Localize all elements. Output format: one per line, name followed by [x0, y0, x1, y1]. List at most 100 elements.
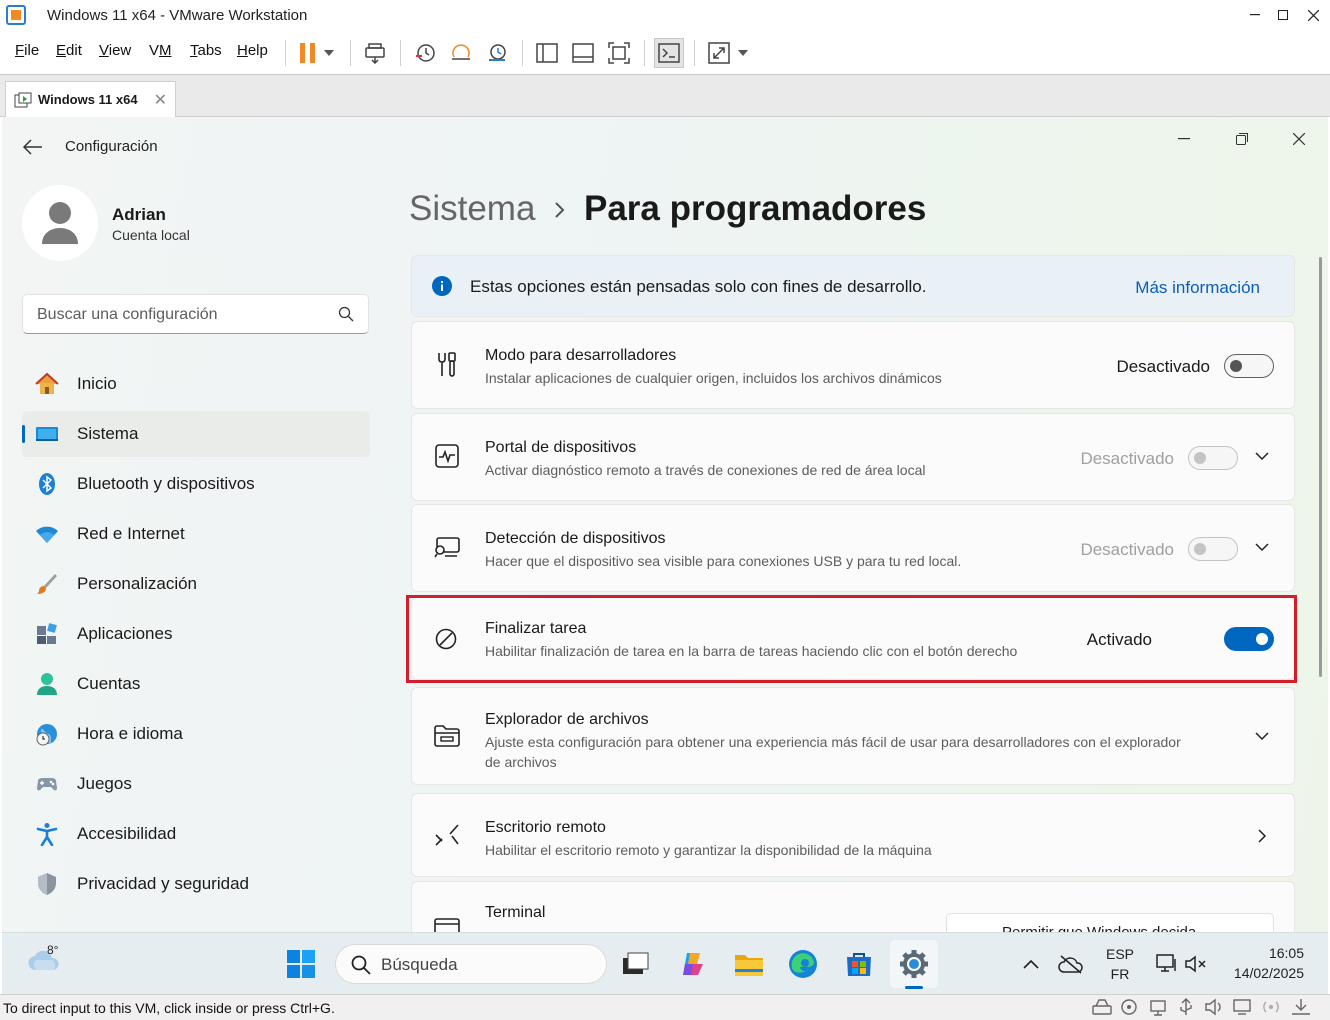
user-account-type: Cuenta local — [112, 227, 190, 243]
edge-icon[interactable] — [786, 947, 820, 981]
thumbnail-view-icon[interactable] — [568, 38, 598, 68]
task-view-icon[interactable] — [619, 947, 653, 981]
vmware-logo-icon — [6, 5, 26, 25]
nav-item-juegos[interactable]: Juegos — [22, 761, 370, 807]
more-info-link[interactable]: Más información — [1135, 278, 1260, 298]
settings-minimize-button[interactable] — [1166, 125, 1202, 153]
nav-item-sistema[interactable]: Sistema — [22, 411, 370, 457]
scrollbar[interactable] — [1319, 257, 1322, 677]
fullscreen-icon[interactable] — [604, 38, 634, 68]
nav-item-bluetooth[interactable]: Bluetooth y dispositivos — [22, 461, 370, 507]
nav-item-privacidad[interactable]: Privacidad y seguridad — [22, 861, 370, 907]
developer-mode-toggle[interactable] — [1224, 354, 1274, 378]
menu-help[interactable]: Help — [237, 42, 268, 59]
pause-dropdown-icon[interactable] — [318, 38, 340, 68]
settings-restore-button[interactable] — [1224, 125, 1260, 153]
copilot-icon[interactable] — [676, 947, 710, 981]
network-adapter-icon[interactable] — [1148, 998, 1168, 1016]
search-icon — [338, 306, 354, 322]
nav-item-personalizacion[interactable]: Personalización — [22, 561, 370, 607]
settings-close-button[interactable] — [1281, 125, 1317, 153]
download-icon[interactable] — [1290, 998, 1312, 1016]
console-view-icon[interactable] — [654, 38, 684, 68]
info-bar: Estas opciones están pensadas solo con f… — [411, 255, 1295, 317]
onedrive-offline-icon[interactable] — [1054, 947, 1088, 981]
stretch-guest-icon[interactable] — [704, 38, 734, 68]
hard-disk-icon[interactable] — [1092, 998, 1112, 1016]
search-icon — [351, 955, 371, 975]
snapshot-icon[interactable] — [410, 38, 440, 68]
snapshot-manager-icon[interactable] — [482, 38, 512, 68]
menu-view[interactable]: View — [99, 42, 131, 59]
nav-item-red[interactable]: Red e Internet — [22, 511, 370, 557]
revert-snapshot-icon[interactable] — [446, 38, 476, 68]
start-button[interactable] — [284, 947, 318, 981]
time-language-icon — [35, 722, 59, 746]
close-button[interactable] — [1296, 0, 1330, 30]
temperature: 8° — [47, 943, 59, 957]
nav-item-inicio[interactable]: Inicio — [22, 361, 370, 407]
library-view-icon[interactable] — [532, 38, 562, 68]
shield-icon — [35, 872, 59, 896]
page-title: Para programadores — [584, 189, 927, 228]
card-device-discovery[interactable]: Detección de dispositivos Hacer que el d… — [411, 504, 1295, 592]
stretch-dropdown-icon[interactable] — [732, 38, 754, 68]
gamepad-icon — [35, 772, 59, 796]
nav-item-cuentas[interactable]: Cuentas — [22, 661, 370, 707]
chevron-up-icon[interactable] — [1014, 947, 1048, 981]
vmware-status-bar: To direct input to this VM, click inside… — [0, 994, 1330, 1020]
window-title: Windows 11 x64 - VMware Workstation — [47, 7, 308, 24]
send-ctrl-alt-del-icon[interactable] — [360, 38, 390, 68]
nav-item-aplicaciones[interactable]: Aplicaciones — [22, 611, 370, 657]
device-discovery-icon — [434, 536, 460, 562]
sound-card-icon[interactable] — [1204, 998, 1224, 1016]
device-discovery-toggle[interactable] — [1188, 537, 1238, 561]
back-arrow-icon[interactable] — [22, 137, 44, 157]
usb-icon[interactable] — [1176, 998, 1196, 1016]
display-icon[interactable] — [1232, 998, 1252, 1016]
home-icon — [35, 372, 59, 396]
maximize-button[interactable] — [1266, 0, 1300, 30]
chevron-down-icon[interactable] — [1254, 728, 1274, 748]
clock[interactable]: 16:05 14/02/2025 — [1224, 943, 1304, 983]
vmware-title-bar: Windows 11 x64 - VMware Workstation — [0, 0, 1330, 32]
chevron-down-icon[interactable] — [1254, 448, 1274, 468]
tab-windows-11[interactable]: Windows 11 x64 ✕ — [5, 81, 176, 117]
info-icon — [432, 276, 458, 302]
terminal-icon — [434, 918, 460, 932]
nav-item-accesibilidad[interactable]: Accesibilidad — [22, 811, 370, 857]
settings-gear-icon[interactable] — [897, 947, 931, 981]
vm-icon — [14, 92, 32, 107]
nav-item-hora[interactable]: Hora e idioma — [22, 711, 370, 757]
menu-edit[interactable]: Edit — [56, 42, 82, 59]
input-language[interactable]: ESP FR — [1106, 944, 1134, 984]
card-device-portal[interactable]: Portal de dispositivos Activar diagnósti… — [411, 413, 1295, 501]
device-portal-toggle[interactable] — [1188, 446, 1238, 470]
menu-vm[interactable]: VM — [149, 42, 172, 59]
vmware-menu-bar: File Edit View VM Tabs Help — [0, 32, 1330, 74]
chevron-right-icon[interactable] — [1254, 828, 1274, 848]
wifi-icon — [35, 522, 59, 546]
taskbar-search-input[interactable]: Búsqueda — [335, 944, 607, 984]
settings-window-title: Configuración — [65, 138, 158, 155]
wireless-icon[interactable] — [1260, 998, 1282, 1016]
breadcrumb-parent[interactable]: Sistema — [409, 189, 535, 229]
chevron-down-icon[interactable] — [1254, 539, 1274, 559]
tab-close-icon[interactable]: ✕ — [154, 90, 167, 110]
store-icon[interactable] — [842, 947, 876, 981]
settings-search-input[interactable]: Buscar una configuración — [22, 294, 369, 334]
card-file-explorer[interactable]: Explorador de archivos Ajuste esta confi… — [411, 687, 1295, 785]
apps-icon — [35, 622, 59, 646]
menu-file[interactable]: File — [15, 42, 39, 59]
device-portal-icon — [434, 443, 460, 469]
terminal-dropdown[interactable]: Permitir que Windows decida — [946, 913, 1274, 932]
user-icon — [42, 202, 78, 244]
card-remote-desktop[interactable]: Escritorio remoto Habilitar el escritori… — [411, 793, 1295, 877]
guest-display[interactable]: Configuración Adrian Cuenta local Buscar… — [2, 117, 1328, 932]
volume-muted-icon[interactable] — [1179, 947, 1213, 981]
menu-tabs[interactable]: Tabs — [190, 42, 222, 59]
file-explorer-icon[interactable] — [732, 947, 766, 981]
developer-mode-state: Desactivado — [1116, 357, 1210, 376]
avatar[interactable] — [22, 185, 98, 261]
cd-drive-icon[interactable] — [1120, 998, 1140, 1016]
